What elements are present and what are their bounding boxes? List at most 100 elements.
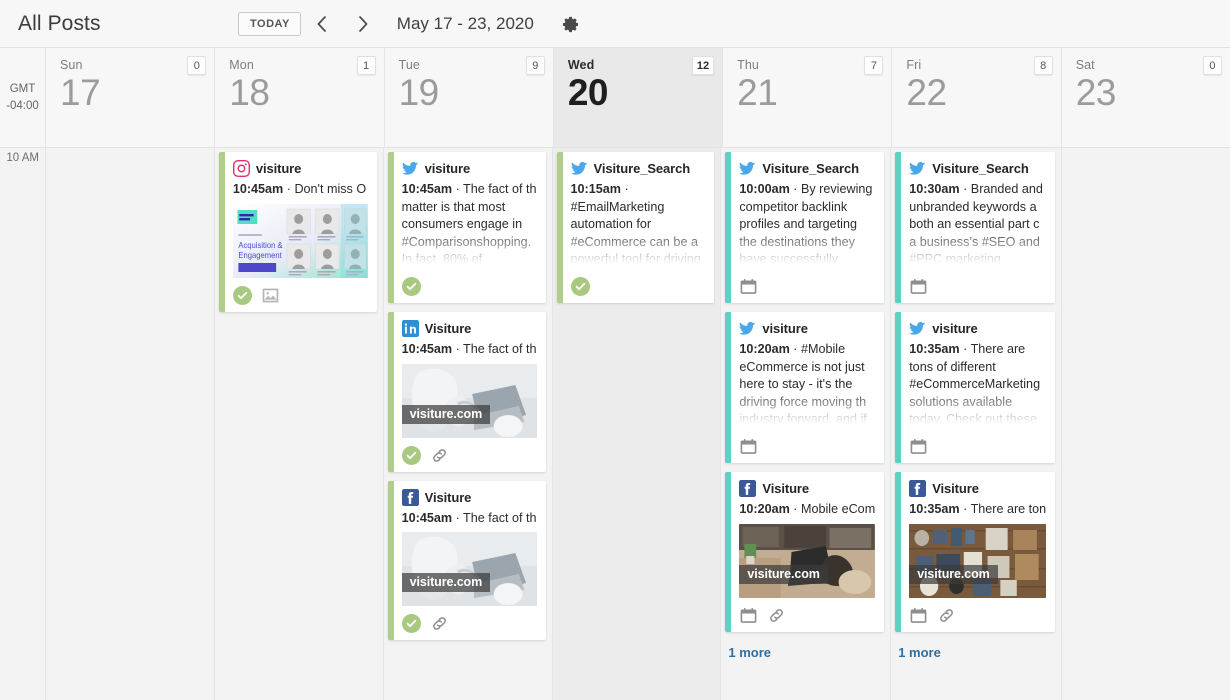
post-account-handle: Visiture	[424, 321, 472, 336]
timezone-offset: -04:00	[6, 99, 39, 112]
post-account-handle: Visiture	[932, 481, 979, 496]
show-more-link[interactable]: 1 more	[725, 641, 884, 660]
post-card[interactable]: Visiture_Search 10:30am · Branded and unb…	[895, 152, 1056, 303]
post-status-icons	[401, 445, 537, 465]
post-card-header: Visiture	[739, 480, 875, 497]
post-time: 10:35am	[909, 502, 960, 516]
post-card-header: visiture	[401, 160, 537, 177]
link-attachment-icon	[430, 446, 449, 465]
scheduled-calendar-icon	[739, 437, 758, 456]
settings-button[interactable]	[558, 11, 584, 37]
top-toolbar: All Posts TODAY May 17 - 23, 2020	[0, 0, 1230, 48]
post-card-header: Visiture_Search	[570, 160, 706, 177]
day-header-mon[interactable]: Mon 18 1	[215, 48, 385, 147]
post-account-handle: Visiture_Search	[593, 161, 691, 176]
post-account-handle: Visiture	[762, 481, 810, 496]
post-time: 10:45am	[401, 510, 453, 525]
day-column-tue[interactable]: visiture 10:45am · The fact of th matter …	[383, 148, 553, 700]
day-header-sat[interactable]: Sat 23 0	[1061, 48, 1230, 147]
day-column-fri[interactable]: Visiture_Search 10:30am · Branded and unb…	[891, 148, 1063, 700]
post-card[interactable]: visiture 10:20am · #Mobile eCommerce is n…	[725, 312, 885, 463]
link-attachment-icon	[937, 606, 956, 625]
day-of-week-label: Thu	[737, 58, 759, 72]
post-time: 10:30am	[909, 182, 960, 196]
day-column-sat[interactable]	[1062, 148, 1230, 700]
post-card[interactable]: visiture 10:45am · Don't miss O Acquisitio…	[218, 152, 377, 312]
post-card-header: Visiture	[401, 488, 537, 506]
chevron-right-icon	[359, 16, 368, 32]
svg-text:Acquisition &: Acquisition &	[238, 240, 283, 249]
post-status-icons	[401, 277, 537, 296]
post-card-header: visiture	[739, 320, 875, 337]
scheduled-calendar-icon	[909, 606, 928, 625]
post-count-badge: 1	[356, 56, 376, 75]
post-media-thumbnail: visiture.com	[401, 363, 537, 438]
post-status-icons	[401, 614, 537, 633]
day-number-label: 20	[567, 72, 609, 113]
instagram-icon	[232, 160, 250, 177]
post-card[interactable]: visiture 10:35am · There are tons of diff…	[895, 312, 1056, 463]
day-column-sun[interactable]	[46, 148, 215, 700]
post-status-icons	[739, 606, 875, 625]
facebook-icon	[401, 488, 419, 506]
day-header-thu[interactable]: Thu 21 7	[723, 48, 893, 147]
calendar-grid: 10 AM visiture 10:45am · Don't miss O Acqu…	[0, 148, 1230, 700]
day-of-week-label: Sun	[60, 58, 83, 72]
post-status-icons	[739, 277, 875, 296]
post-card[interactable]: Visiture 10:45am · The fact of th visiture…	[387, 312, 546, 472]
day-column-mon[interactable]: visiture 10:45am · Don't miss O Acquisitio…	[214, 148, 384, 700]
post-card[interactable]: Visiture 10:20am · Mobile eCom visiture.co…	[725, 472, 885, 632]
day-header-sun[interactable]: Sun 17 0	[46, 48, 216, 147]
previous-week-button[interactable]	[301, 4, 343, 44]
post-card-header: visiture	[232, 160, 368, 177]
twitter-icon	[909, 161, 926, 175]
post-card-body: 10:45am · Don't miss O	[233, 181, 368, 199]
published-check-icon	[401, 277, 421, 296]
day-column-wed[interactable]: Visiture_Search 10:15am · #EmailMarketing…	[552, 148, 722, 700]
media-domain-label: visiture.com	[401, 573, 491, 592]
post-time: 10:45am	[401, 182, 453, 196]
day-number-label: 17	[60, 72, 101, 113]
day-number-label: 21	[737, 72, 778, 113]
post-account-handle: visiture	[762, 321, 808, 336]
next-week-button[interactable]	[343, 4, 385, 44]
post-card[interactable]: Visiture 10:45am · The fact of th visiture…	[387, 480, 546, 640]
media-domain-label: visiture.com	[739, 564, 828, 584]
post-card[interactable]: Visiture 10:35am · There are ton visiture.…	[895, 472, 1056, 632]
day-number-label: 23	[1075, 72, 1117, 113]
post-card-body: 10:20am · #Mobile eCommerce is not just …	[739, 341, 876, 429]
post-count-badge: 12	[691, 56, 715, 75]
day-header-tue[interactable]: Tue 19 9	[384, 48, 554, 147]
post-status-icons	[909, 277, 1046, 296]
date-range-label: May 17 - 23, 2020	[396, 14, 534, 33]
scheduled-calendar-icon	[909, 277, 928, 296]
post-account-handle: visiture	[932, 321, 978, 336]
post-account-handle: visiture	[424, 161, 471, 176]
post-media-thumbnail: Acquisition & Engagement	[232, 203, 368, 278]
day-header-wed[interactable]: Wed 20 12	[553, 48, 724, 147]
post-status-icons	[909, 606, 1046, 625]
post-card-body: 10:00am · By reviewing competitor backli…	[739, 181, 876, 269]
link-attachment-icon	[430, 614, 449, 633]
post-card[interactable]: Visiture_Search 10:00am · By reviewing co…	[725, 152, 885, 303]
post-status-icons	[909, 437, 1046, 456]
post-count-badge: 0	[187, 56, 207, 75]
timezone-cell: GMT -04:00	[0, 48, 46, 147]
show-more-link[interactable]: 1 more	[895, 641, 1055, 660]
today-button[interactable]: TODAY	[238, 12, 301, 36]
day-column-thu[interactable]: Visiture_Search 10:00am · By reviewing co…	[721, 148, 892, 700]
facebook-icon	[739, 480, 757, 497]
gear-icon	[563, 16, 579, 32]
time-gutter: 10 AM	[0, 148, 46, 700]
published-check-icon	[401, 445, 421, 465]
day-header-fri[interactable]: Fri 22 8	[892, 48, 1062, 147]
twitter-icon	[401, 161, 418, 175]
post-card[interactable]: visiture 10:45am · The fact of th matter …	[387, 152, 546, 303]
post-card-header: Visiture	[909, 480, 1046, 497]
post-account-handle: Visiture_Search	[762, 161, 859, 176]
post-card[interactable]: Visiture_Search 10:15am · #EmailMarketing…	[556, 152, 715, 303]
post-time: 10:45am	[232, 182, 284, 196]
post-card-header: Visiture_Search	[909, 160, 1046, 177]
post-card-body: 10:45am · The fact of th matter is that …	[401, 181, 537, 269]
post-card-body: 10:20am · Mobile eCom	[739, 501, 875, 519]
